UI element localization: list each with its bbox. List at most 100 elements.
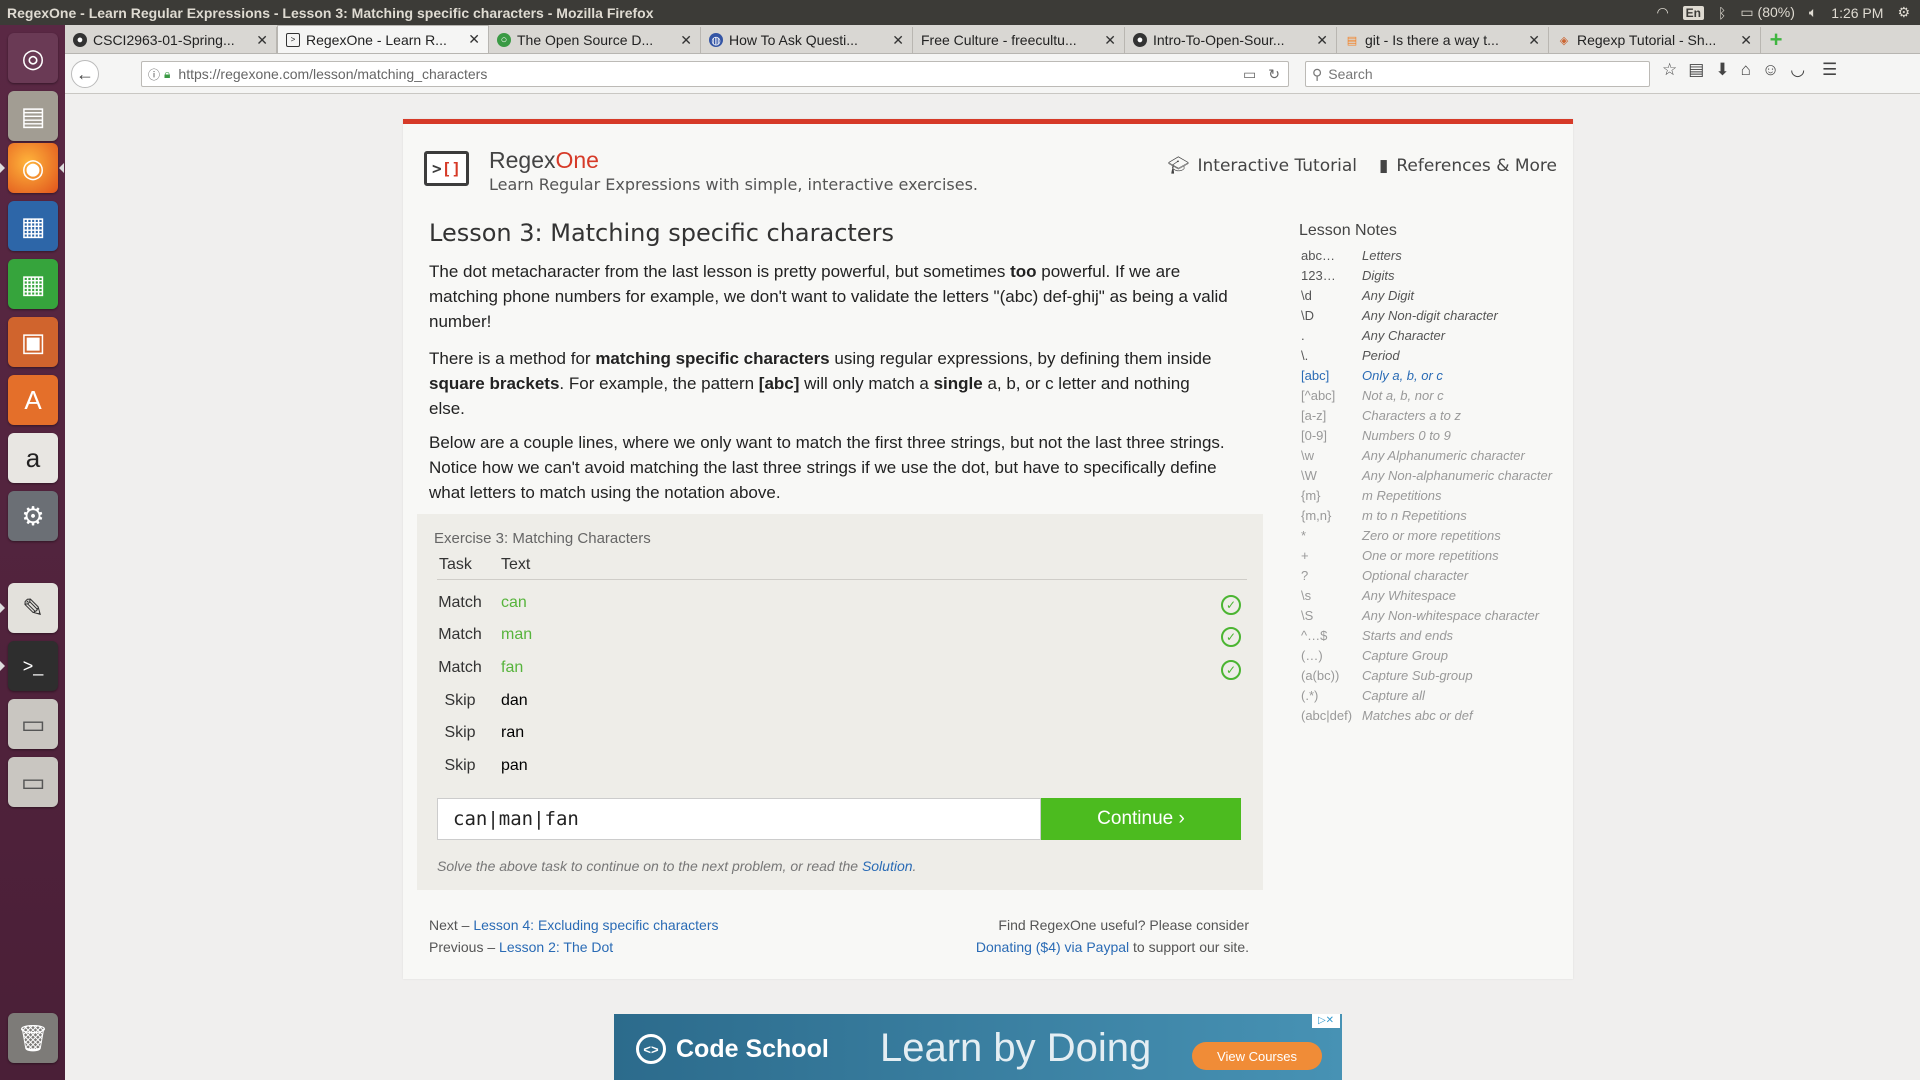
gear-icon[interactable]: ⚙	[1897, 4, 1910, 21]
tab-free-culture[interactable]: Free Culture - freecultu... ✕	[913, 27, 1125, 53]
lesson-note-item[interactable]: \. Period	[1299, 346, 1569, 366]
wifi-icon[interactable]: ◠	[1656, 4, 1668, 21]
trash-icon[interactable]: 🗑︎	[8, 1013, 58, 1063]
drive-icon-2[interactable]: ▭	[8, 757, 58, 807]
tab-how-to-ask[interactable]: ◍ How To Ask Questi... ✕	[701, 27, 913, 53]
url-text[interactable]: https://regexone.com/lesson/matching_cha…	[178, 66, 487, 82]
tab-csci[interactable]: ● CSCI2963-01-Spring... ✕	[65, 27, 277, 53]
volume-icon[interactable]: 🔈︎	[1809, 4, 1817, 21]
reader-view-icon[interactable]: ▭	[1243, 66, 1256, 83]
regex-input[interactable]	[437, 798, 1041, 840]
lesson-note-item[interactable]: \S Any Non-whitespace character	[1299, 606, 1569, 626]
regexone-logo[interactable]: >[]	[424, 151, 469, 186]
lesson-note-item[interactable]: \W Any Non-alphanumeric character	[1299, 466, 1569, 486]
lesson-note-item[interactable]: [^abc] Not a, b, nor c	[1299, 386, 1569, 406]
bookmarks-list-icon[interactable]: ▤	[1688, 60, 1704, 80]
lesson-note-item[interactable]: ^…$ Starts and ends	[1299, 626, 1569, 646]
lesson-note-item[interactable]: \w Any Alphanumeric character	[1299, 446, 1569, 466]
bookmark-star-icon[interactable]: ☆	[1662, 60, 1677, 80]
system-settings-icon[interactable]: ⚙	[8, 491, 58, 541]
close-icon[interactable]: ✕	[1104, 32, 1116, 49]
bluetooth-icon[interactable]: ᛒ	[1718, 5, 1726, 21]
lesson-note-item[interactable]: \D Any Non-digit character	[1299, 306, 1569, 326]
lesson-note-item[interactable]: \s Any Whitespace	[1299, 586, 1569, 606]
site-brand[interactable]: RegexOne	[489, 147, 599, 174]
chat-icon[interactable]: ☺	[1762, 60, 1779, 80]
ad-choices-icon[interactable]: ▷✕	[1312, 1014, 1340, 1028]
drive-icon[interactable]: ▭	[8, 699, 58, 749]
back-button[interactable]: ←	[71, 60, 99, 88]
download-icon[interactable]: ⬇	[1715, 60, 1729, 80]
interactive-tutorial-link[interactable]: 🎓︎ Interactive Tutorial	[1168, 156, 1357, 176]
lesson-note-item[interactable]: (abc|def) Matches abc or def	[1299, 706, 1569, 726]
solution-link[interactable]: Solution	[862, 858, 913, 874]
lock-icon[interactable]: 🔒︎	[164, 67, 170, 82]
close-icon[interactable]: ✕	[1528, 32, 1540, 49]
lesson-note-item[interactable]: (.*) Capture all	[1299, 686, 1569, 706]
search-bar[interactable]: ⚲ Search	[1305, 61, 1650, 87]
text-editor-icon[interactable]: ✎	[8, 583, 58, 633]
info-icon[interactable]: ⓘ	[148, 66, 160, 83]
lesson-note-item[interactable]: \d Any Digit	[1299, 286, 1569, 306]
next-lesson-link[interactable]: Lesson 4: Excluding specific characters	[473, 917, 718, 933]
close-icon[interactable]: ✕	[892, 32, 904, 49]
note-description: Digits	[1362, 268, 1395, 283]
close-icon[interactable]: ✕	[680, 32, 692, 49]
lesson-note-item[interactable]: (…) Capture Group	[1299, 646, 1569, 666]
previous-lesson-link[interactable]: Lesson 2: The Dot	[499, 939, 613, 955]
lesson-note-item[interactable]: . Any Character	[1299, 326, 1569, 346]
lesson-note-item[interactable]: + One or more repetitions	[1299, 546, 1569, 566]
lesson-note-item[interactable]: (a(bc)) Capture Sub-group	[1299, 666, 1569, 686]
close-icon[interactable]: ✕	[1740, 32, 1752, 49]
keyboard-indicator[interactable]: En	[1682, 5, 1704, 20]
writer-icon[interactable]: ▦	[8, 201, 58, 251]
lesson-note-item[interactable]: [a-z] Characters a to z	[1299, 406, 1569, 426]
lesson-note-item[interactable]: * Zero or more repetitions	[1299, 526, 1569, 546]
ad-view-courses-button[interactable]: View Courses	[1192, 1042, 1322, 1070]
firefox-icon[interactable]: ◉	[8, 143, 58, 193]
tab-strip: ● CSCI2963-01-Spring... ✕ > RegexOne - Lear…	[65, 25, 1920, 54]
lesson-note-item[interactable]: [abc] Only a, b, or c	[1299, 366, 1569, 386]
terminal-icon[interactable]: >_	[8, 641, 58, 691]
advertisement-banner[interactable]: <> Code School Learn by Doing View Course…	[614, 1014, 1342, 1080]
battery-indicator[interactable]: ▭ (80%)	[1740, 4, 1794, 21]
ubuntu-dash-icon[interactable]: ◎	[8, 33, 58, 83]
software-center-icon[interactable]: A	[8, 375, 58, 425]
close-icon[interactable]: ✕	[468, 31, 480, 48]
tab-regexp-tutorial[interactable]: ◈ Regexp Tutorial - Sh... ✕	[1549, 27, 1761, 53]
exercise-panel: Exercise 3: Matching Characters Task Tex…	[417, 514, 1263, 890]
impress-icon[interactable]: ▣	[8, 317, 58, 367]
continue-button[interactable]: Continue ›	[1041, 798, 1241, 840]
clock[interactable]: 1:26 PM	[1831, 5, 1883, 21]
new-tab-button[interactable]: +	[1761, 27, 1791, 53]
files-icon[interactable]: ▤	[8, 91, 58, 141]
search-icon: ⚲	[1312, 65, 1323, 82]
calc-icon[interactable]: ▦	[8, 259, 58, 309]
tab-regexone[interactable]: > RegexOne - Learn R... ✕	[277, 25, 489, 53]
pocket-icon[interactable]: ◡	[1790, 60, 1805, 80]
lesson-note-item[interactable]: 123… Digits	[1299, 266, 1569, 286]
amazon-icon[interactable]: a	[8, 433, 58, 483]
references-link[interactable]: ▮ References & More	[1379, 156, 1557, 176]
search-input[interactable]: Search	[1328, 66, 1372, 82]
reload-icon[interactable]: ↻	[1268, 66, 1280, 83]
tab-git[interactable]: ▤ git - Is there a way t... ✕	[1337, 27, 1549, 53]
close-icon[interactable]: ✕	[256, 32, 268, 49]
lesson-note-item[interactable]: ? Optional character	[1299, 566, 1569, 586]
lesson-note-item[interactable]: [0-9] Numbers 0 to 9	[1299, 426, 1569, 446]
lesson-note-item[interactable]: abc… Letters	[1299, 246, 1569, 266]
home-icon[interactable]: ⌂	[1741, 60, 1751, 80]
launcher-focused-indicator	[59, 163, 64, 173]
panel-indicators: ◠ En ᛒ ▭ (80%) 🔈︎ 1:26 PM ⚙	[1656, 4, 1920, 21]
window-title: RegexOne - Learn Regular Expressions - L…	[7, 4, 654, 21]
lesson-note-item[interactable]: {m} m Repetitions	[1299, 486, 1569, 506]
tab-intro-open-source[interactable]: ● Intro-To-Open-Sour... ✕	[1125, 27, 1337, 53]
close-icon[interactable]: ✕	[1316, 32, 1328, 49]
lesson-note-item[interactable]: {m,n} m to n Repetitions	[1299, 506, 1569, 526]
tab-open-source[interactable]: ○ The Open Source D... ✕	[489, 27, 701, 53]
note-symbol: (abc|def)	[1301, 708, 1353, 723]
donate-link[interactable]: Donating ($4) via Paypal	[976, 939, 1129, 955]
menu-icon[interactable]: ☰	[1822, 60, 1837, 80]
url-bar[interactable]: ⓘ 🔒︎ https://regexone.com/lesson/matchin…	[141, 61, 1289, 87]
note-description: Only a, b, or c	[1362, 368, 1443, 383]
